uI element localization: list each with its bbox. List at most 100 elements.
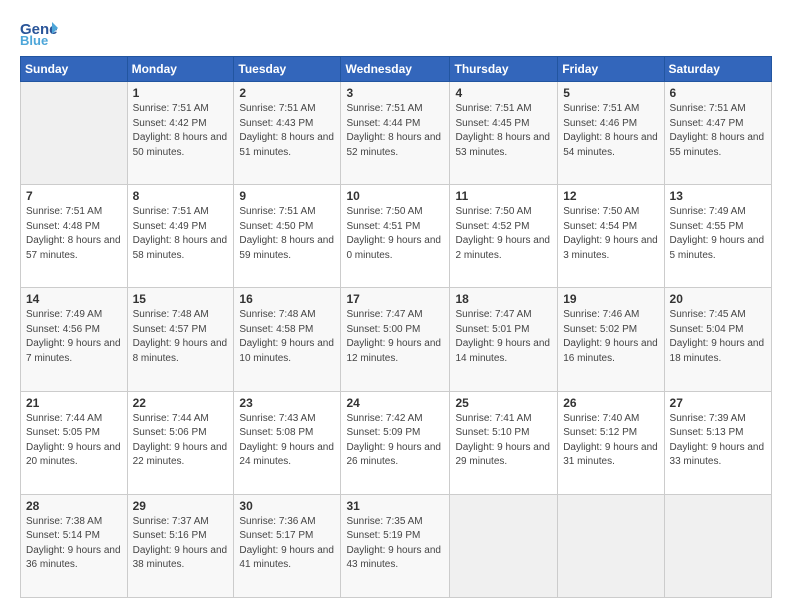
day-number: 30 [239, 499, 335, 513]
calendar-cell: 12 Sunrise: 7:50 AMSunset: 4:54 PMDayligh… [558, 185, 664, 288]
page: General Blue SundayMondayTuesdayWednesda… [0, 0, 792, 612]
day-detail: Sunrise: 7:49 AMSunset: 4:55 PMDaylight:… [670, 205, 766, 263]
weekday-header-friday: Friday [558, 57, 664, 82]
calendar-cell: 20Sunrise: 7:45 AMSunset: 5:04 PMDayligh… [664, 288, 771, 391]
day-number: 8 [133, 189, 229, 203]
calendar-cell: 13Sunrise: 7:49 AMSunset: 4:55 PMDayligh… [664, 185, 771, 288]
day-detail: Sunrise: 7:51 AMSunset: 4:44 PMDaylight:… [346, 102, 444, 160]
day-number: 12 [563, 189, 658, 203]
day-number: 6 [670, 86, 766, 100]
calendar-table: SundayMondayTuesdayWednesdayThursdayFrid… [20, 56, 772, 598]
calendar-cell: 14 Sunrise: 7:49 AMSunset: 4:56 PMDayligh… [21, 288, 128, 391]
calendar-cell [558, 494, 664, 597]
day-number: 31 [346, 499, 444, 513]
day-number: 26 [563, 396, 658, 410]
day-detail: Sunrise: 7:51 AMSunset: 4:42 PMDaylight:… [133, 102, 229, 160]
day-detail: Sunrise: 7:44 AMSunset: 5:06 PMDaylight:… [133, 412, 229, 470]
day-detail: Sunrise: 7:44 AMSunset: 5:05 PMDaylight:… [26, 412, 122, 470]
calendar-cell: 17Sunrise: 7:47 AMSunset: 5:00 PMDayligh… [341, 288, 450, 391]
calendar-cell: 15Sunrise: 7:48 AMSunset: 4:57 PMDayligh… [127, 288, 234, 391]
day-number: 1 [133, 86, 229, 100]
calendar-cell [21, 82, 128, 185]
calendar-cell: 4 Sunrise: 7:51 AMSunset: 4:45 PMDaylight… [450, 82, 558, 185]
calendar-cell: 31 Sunrise: 7:35 AMSunset: 5:19 PMDayligh… [341, 494, 450, 597]
day-detail: Sunrise: 7:36 AMSunset: 5:17 PMDaylight:… [239, 515, 335, 573]
day-number: 28 [26, 499, 122, 513]
logo: General Blue [20, 18, 58, 46]
day-detail: Sunrise: 7:51 AMSunset: 4:48 PMDaylight:… [26, 205, 122, 263]
day-detail: Sunrise: 7:48 AMSunset: 4:57 PMDaylight:… [133, 308, 229, 366]
day-detail: Sunrise: 7:51 AMSunset: 4:46 PMDaylight:… [563, 102, 658, 160]
day-detail: Sunrise: 7:51 AMSunset: 4:45 PMDaylight:… [455, 102, 552, 160]
calendar-cell: 23 Sunrise: 7:43 AMSunset: 5:08 PMDayligh… [234, 391, 341, 494]
day-number: 14 [26, 292, 122, 306]
day-number: 18 [455, 292, 552, 306]
header: General Blue [20, 18, 772, 46]
calendar-row-2: 14 Sunrise: 7:49 AMSunset: 4:56 PMDayligh… [21, 288, 772, 391]
weekday-header-tuesday: Tuesday [234, 57, 341, 82]
calendar-cell: 5 Sunrise: 7:51 AMSunset: 4:46 PMDaylight… [558, 82, 664, 185]
day-detail: Sunrise: 7:46 AMSunset: 5:02 PMDaylight:… [563, 308, 658, 366]
day-number: 3 [346, 86, 444, 100]
day-detail: Sunrise: 7:51 AMSunset: 4:49 PMDaylight:… [133, 205, 229, 263]
day-number: 29 [133, 499, 229, 513]
svg-text:Blue: Blue [20, 33, 48, 46]
calendar-cell: 21 Sunrise: 7:44 AMSunset: 5:05 PMDayligh… [21, 391, 128, 494]
calendar-cell: 29 Sunrise: 7:37 AMSunset: 5:16 PMDayligh… [127, 494, 234, 597]
calendar-cell: 30 Sunrise: 7:36 AMSunset: 5:17 PMDayligh… [234, 494, 341, 597]
day-number: 27 [670, 396, 766, 410]
calendar-cell: 6 Sunrise: 7:51 AMSunset: 4:47 PMDaylight… [664, 82, 771, 185]
day-number: 23 [239, 396, 335, 410]
day-detail: Sunrise: 7:49 AMSunset: 4:56 PMDaylight:… [26, 308, 122, 366]
calendar-cell: 1 Sunrise: 7:51 AMSunset: 4:42 PMDaylight… [127, 82, 234, 185]
day-number: 24 [346, 396, 444, 410]
day-detail: Sunrise: 7:37 AMSunset: 5:16 PMDaylight:… [133, 515, 229, 573]
weekday-header-wednesday: Wednesday [341, 57, 450, 82]
calendar-cell: 25 Sunrise: 7:41 AMSunset: 5:10 PMDayligh… [450, 391, 558, 494]
day-detail: Sunrise: 7:41 AMSunset: 5:10 PMDaylight:… [455, 412, 552, 470]
weekday-header-saturday: Saturday [664, 57, 771, 82]
day-number: 4 [455, 86, 552, 100]
day-detail: Sunrise: 7:48 AMSunset: 4:58 PMDaylight:… [239, 308, 335, 366]
day-detail: Sunrise: 7:47 AMSunset: 5:01 PMDaylight:… [455, 308, 552, 366]
day-detail: Sunrise: 7:40 AMSunset: 5:12 PMDaylight:… [563, 412, 658, 470]
calendar-cell: 27 Sunrise: 7:39 AMSunset: 5:13 PMDayligh… [664, 391, 771, 494]
day-number: 11 [455, 189, 552, 203]
weekday-header-sunday: Sunday [21, 57, 128, 82]
day-number: 21 [26, 396, 122, 410]
calendar-cell: 18 Sunrise: 7:47 AMSunset: 5:01 PMDayligh… [450, 288, 558, 391]
day-detail: Sunrise: 7:50 AMSunset: 4:51 PMDaylight:… [346, 205, 444, 263]
day-number: 16 [239, 292, 335, 306]
day-detail: Sunrise: 7:50 AMSunset: 4:52 PMDaylight:… [455, 205, 552, 263]
calendar-cell: 8 Sunrise: 7:51 AMSunset: 4:49 PMDaylight… [127, 185, 234, 288]
day-number: 5 [563, 86, 658, 100]
calendar-row-1: 7Sunrise: 7:51 AMSunset: 4:48 PMDaylight… [21, 185, 772, 288]
day-detail: Sunrise: 7:45 AMSunset: 5:04 PMDaylight:… [670, 308, 766, 366]
calendar-row-4: 28Sunrise: 7:38 AMSunset: 5:14 PMDayligh… [21, 494, 772, 597]
day-detail: Sunrise: 7:43 AMSunset: 5:08 PMDaylight:… [239, 412, 335, 470]
calendar-cell [450, 494, 558, 597]
calendar-cell: 26 Sunrise: 7:40 AMSunset: 5:12 PMDayligh… [558, 391, 664, 494]
day-number: 25 [455, 396, 552, 410]
calendar-cell: 7Sunrise: 7:51 AMSunset: 4:48 PMDaylight… [21, 185, 128, 288]
day-number: 17 [346, 292, 444, 306]
logo-icon: General Blue [20, 18, 58, 46]
calendar-cell: 22 Sunrise: 7:44 AMSunset: 5:06 PMDayligh… [127, 391, 234, 494]
calendar-cell: 16 Sunrise: 7:48 AMSunset: 4:58 PMDayligh… [234, 288, 341, 391]
weekday-header-thursday: Thursday [450, 57, 558, 82]
calendar-row-3: 21 Sunrise: 7:44 AMSunset: 5:05 PMDayligh… [21, 391, 772, 494]
calendar-cell: 9 Sunrise: 7:51 AMSunset: 4:50 PMDaylight… [234, 185, 341, 288]
calendar-cell: 11 Sunrise: 7:50 AMSunset: 4:52 PMDayligh… [450, 185, 558, 288]
weekday-header-monday: Monday [127, 57, 234, 82]
day-detail: Sunrise: 7:50 AMSunset: 4:54 PMDaylight:… [563, 205, 658, 263]
calendar-cell: 28Sunrise: 7:38 AMSunset: 5:14 PMDayligh… [21, 494, 128, 597]
day-detail: Sunrise: 7:39 AMSunset: 5:13 PMDaylight:… [670, 412, 766, 470]
day-number: 10 [346, 189, 444, 203]
calendar-cell: 19Sunrise: 7:46 AMSunset: 5:02 PMDayligh… [558, 288, 664, 391]
day-number: 9 [239, 189, 335, 203]
calendar-cell: 24Sunrise: 7:42 AMSunset: 5:09 PMDayligh… [341, 391, 450, 494]
day-detail: Sunrise: 7:51 AMSunset: 4:50 PMDaylight:… [239, 205, 335, 263]
day-detail: Sunrise: 7:35 AMSunset: 5:19 PMDaylight:… [346, 515, 444, 573]
day-number: 22 [133, 396, 229, 410]
day-detail: Sunrise: 7:51 AMSunset: 4:47 PMDaylight:… [670, 102, 766, 160]
